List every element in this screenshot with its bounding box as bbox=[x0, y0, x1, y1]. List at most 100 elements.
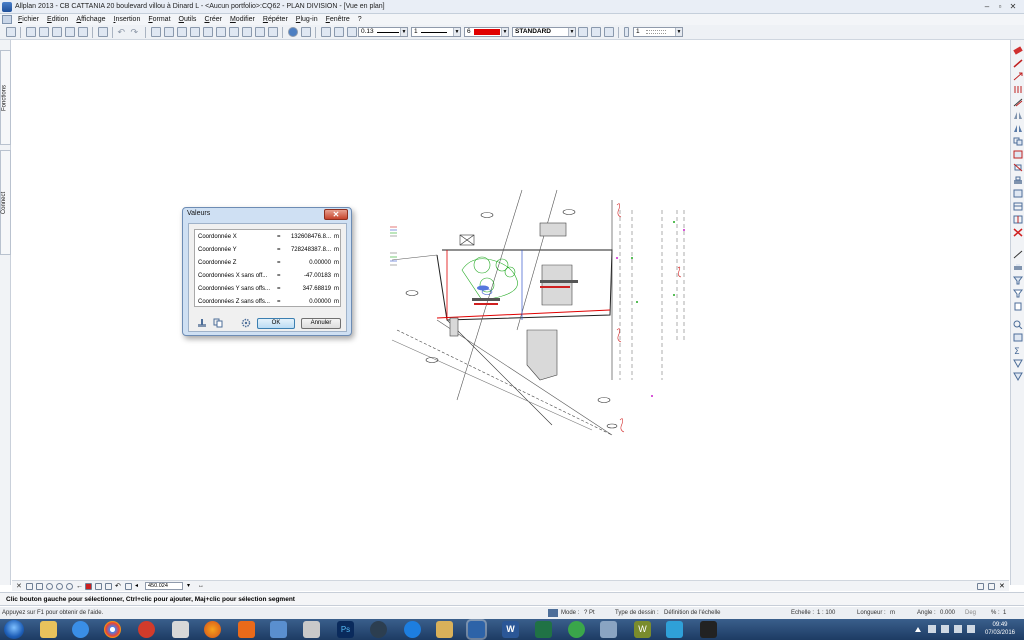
settings-gear-icon[interactable] bbox=[241, 318, 251, 328]
paste-icon[interactable] bbox=[202, 27, 213, 37]
object-count-select[interactable]: 1 ▼ bbox=[633, 27, 683, 37]
measure-icon[interactable] bbox=[1013, 250, 1023, 259]
scissors-icon[interactable] bbox=[189, 27, 200, 37]
scale-icon[interactable] bbox=[1013, 176, 1023, 185]
scale-value[interactable]: 1 : 100 bbox=[817, 610, 835, 616]
dialog-close-button[interactable]: ✕ bbox=[324, 209, 348, 220]
app-blue-icon[interactable] bbox=[270, 621, 287, 638]
distort-icon[interactable] bbox=[1013, 189, 1023, 198]
undo-icon[interactable]: ↶ bbox=[118, 27, 128, 37]
offset-icon[interactable] bbox=[1013, 98, 1023, 107]
tray-volume-icon[interactable] bbox=[967, 625, 975, 633]
swap-view-icon[interactable] bbox=[988, 583, 995, 590]
mirror-icon[interactable] bbox=[1013, 111, 1023, 120]
close-window-button[interactable]: ✕ bbox=[1002, 1, 1024, 12]
ie-browser-icon[interactable] bbox=[72, 621, 89, 638]
refresh-icon[interactable] bbox=[46, 583, 53, 590]
menu-repeter[interactable]: Répéter bbox=[259, 16, 292, 23]
app-teal-icon[interactable] bbox=[666, 621, 683, 638]
menu-affichage[interactable]: Affichage bbox=[72, 16, 109, 23]
format-properties-icon[interactable] bbox=[603, 27, 614, 37]
ok-button[interactable]: OK bbox=[257, 318, 295, 329]
zoom-extents-icon[interactable] bbox=[36, 583, 43, 590]
zoom-icon[interactable] bbox=[1013, 320, 1023, 329]
value-row[interactable]: Coordonnée Z = 0.00000 m bbox=[195, 257, 341, 269]
photoshop-icon[interactable]: Ps bbox=[337, 621, 354, 638]
menu-fichier[interactable]: Fichier bbox=[14, 16, 43, 23]
redo-icon[interactable]: ↷ bbox=[131, 27, 141, 37]
pencil-icon[interactable] bbox=[346, 27, 357, 37]
color-select[interactable]: 6 ▼ bbox=[464, 27, 509, 37]
eraser-icon[interactable] bbox=[1013, 46, 1023, 55]
new-file-icon[interactable] bbox=[25, 27, 36, 37]
window-icon[interactable] bbox=[254, 27, 265, 37]
value-row[interactable]: Coordonnées X sans off... = -47.00183 m bbox=[195, 270, 341, 282]
word-icon[interactable]: W bbox=[502, 621, 519, 638]
app-gray-icon[interactable] bbox=[303, 621, 320, 638]
chevron-down-icon[interactable]: ▾ bbox=[187, 583, 194, 590]
area-icon[interactable] bbox=[1013, 333, 1023, 342]
delete-icon[interactable] bbox=[215, 27, 226, 37]
layer-select[interactable]: STANDARD ▼ bbox=[512, 27, 576, 37]
triangle-check-icon[interactable] bbox=[1013, 372, 1023, 381]
rotate-icon[interactable] bbox=[1013, 163, 1023, 172]
document-icon[interactable] bbox=[1013, 302, 1023, 311]
angle-unit[interactable]: Deg bbox=[965, 610, 976, 616]
menu-fenetre[interactable]: Fenêtre bbox=[322, 16, 354, 23]
select-icon[interactable] bbox=[150, 27, 161, 37]
refresh-view-icon[interactable] bbox=[977, 583, 984, 590]
chrome-icon[interactable] bbox=[104, 621, 121, 638]
percent-value[interactable]: 1 bbox=[1003, 610, 1006, 616]
explorer-icon[interactable] bbox=[40, 621, 57, 638]
pen-icon[interactable] bbox=[333, 27, 344, 37]
cut-icon[interactable] bbox=[163, 27, 174, 37]
scale-options-icon[interactable]: ↔ bbox=[198, 583, 205, 590]
zoom-out-icon[interactable] bbox=[56, 583, 63, 590]
split-icon[interactable] bbox=[1013, 215, 1023, 224]
app-yellow-icon[interactable] bbox=[436, 621, 453, 638]
app-black-icon[interactable] bbox=[700, 621, 717, 638]
cancel-button[interactable]: Annuler bbox=[301, 318, 341, 329]
triangle-filter-icon[interactable] bbox=[1013, 359, 1023, 368]
scale-chevron-icon[interactable]: ◂ bbox=[135, 583, 142, 590]
value-row[interactable]: Coordonnée X = 132608476.8... m bbox=[195, 231, 341, 243]
app-skype-icon[interactable] bbox=[404, 621, 421, 638]
app-red-icon[interactable] bbox=[138, 621, 155, 638]
app-w-icon[interactable]: W bbox=[634, 621, 651, 638]
lightbulb-icon[interactable] bbox=[590, 27, 601, 37]
document-icon[interactable] bbox=[2, 15, 12, 24]
menu-creer[interactable]: Créer bbox=[200, 16, 226, 23]
print-icon[interactable] bbox=[1013, 263, 1023, 272]
delete-segment-icon[interactable] bbox=[1013, 228, 1023, 237]
chevron-down-icon[interactable]: ▼ bbox=[675, 28, 682, 36]
value-row[interactable]: Coordonnée Y = 728248387.8... m bbox=[195, 244, 341, 256]
properties-icon[interactable] bbox=[241, 27, 252, 37]
image-icon[interactable] bbox=[97, 27, 108, 37]
format-painter-icon[interactable] bbox=[320, 27, 331, 37]
menu-outils[interactable]: Outils bbox=[175, 16, 201, 23]
app-orange-icon[interactable] bbox=[238, 621, 255, 638]
value-row[interactable]: Coordonnées Y sans offs... = 347.68819 m bbox=[195, 283, 341, 295]
start-button[interactable] bbox=[4, 620, 24, 639]
menu-plugin[interactable]: Plug-in bbox=[292, 16, 322, 23]
zoom-window-icon[interactable] bbox=[26, 583, 33, 590]
chevron-down-icon[interactable]: ▼ bbox=[400, 28, 407, 36]
view-iso-icon[interactable] bbox=[105, 583, 112, 590]
sum-icon[interactable]: Σ bbox=[1013, 346, 1023, 355]
globe-icon[interactable] bbox=[287, 27, 298, 37]
menu-help[interactable]: ? bbox=[354, 16, 366, 23]
stretch-icon[interactable] bbox=[1013, 72, 1023, 81]
view-red-icon[interactable] bbox=[85, 583, 92, 590]
copy-icon[interactable] bbox=[1013, 137, 1023, 146]
app-dark-icon[interactable] bbox=[370, 621, 387, 638]
close-view-icon[interactable]: ✕ bbox=[16, 583, 23, 590]
chevron-down-icon[interactable]: ▼ bbox=[501, 28, 508, 36]
firefox-icon[interactable] bbox=[204, 621, 221, 638]
tray-monitor-icon[interactable] bbox=[954, 625, 962, 633]
menu-modifier[interactable]: Modifier bbox=[226, 16, 259, 23]
join-icon[interactable] bbox=[1013, 202, 1023, 211]
save-icon[interactable] bbox=[51, 27, 62, 37]
clock[interactable]: 09:49 07/03/2016 bbox=[980, 621, 1020, 637]
help-icon[interactable] bbox=[300, 27, 311, 37]
chevron-down-icon[interactable]: ▼ bbox=[453, 28, 460, 36]
